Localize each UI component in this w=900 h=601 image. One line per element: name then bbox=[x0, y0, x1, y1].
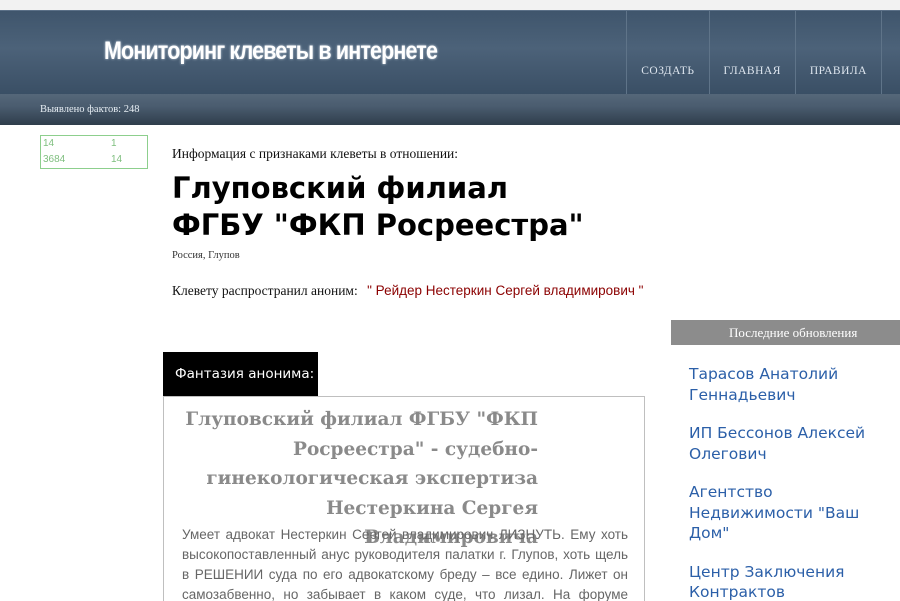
spread-info: Клевету распространил аноним: " Рейдер Н… bbox=[172, 283, 643, 299]
main-nav: СОЗДАТЬ ГЛАВНАЯ ПРАВИЛА bbox=[626, 11, 882, 95]
spread-author: " Рейдер Нестеркин Сергей владимирович " bbox=[367, 283, 644, 298]
counter-value: 14 bbox=[111, 154, 123, 165]
update-link[interactable]: Агентство Недвижимости "Ваш Дом" bbox=[689, 482, 900, 544]
spread-label: Клевету распространил аноним: bbox=[172, 283, 358, 298]
site-title[interactable]: Мониторинг клеветы в интернете bbox=[104, 37, 438, 66]
intro-text: Информация с признаками клеветы в отноше… bbox=[172, 146, 459, 161]
page-title-line: Глуповский филиал bbox=[172, 171, 509, 205]
top-strip bbox=[0, 0, 900, 10]
article-body: Умеет адвокат Нестеркин Сергей владимиро… bbox=[182, 527, 628, 601]
sub-bar: Выявлено фактов: 248 bbox=[0, 94, 900, 125]
update-link[interactable]: Тарасов Анатолий Геннадьевич bbox=[689, 364, 900, 405]
nav-create[interactable]: СОЗДАТЬ bbox=[626, 11, 708, 95]
counter-value: 14 bbox=[43, 138, 55, 149]
article-box: Глуповский филиал ФГБУ "ФКП Росреестра" … bbox=[163, 396, 645, 601]
fantasy-tab: Фантазия анонима: bbox=[163, 352, 318, 396]
page-title-line: ФГБУ "ФКП Росреестра" bbox=[172, 208, 584, 242]
facts-count: Выявлено фактов: 248 bbox=[40, 104, 140, 115]
update-link[interactable]: Центр Заключения Контрактов bbox=[689, 562, 900, 601]
updates-heading: Последние обновления bbox=[671, 320, 900, 345]
nav-home[interactable]: ГЛАВНАЯ bbox=[708, 11, 795, 95]
page-title: Глуповский филиал ФГБУ "ФКП Росреестра" bbox=[172, 170, 652, 244]
nav-rules[interactable]: ПРАВИЛА bbox=[794, 11, 882, 95]
site-header: Мониторинг клеветы в интернете СОЗДАТЬ Г… bbox=[0, 10, 900, 95]
update-link[interactable]: ИП Бессонов Алексей Олегович bbox=[689, 423, 900, 464]
counter-value: 3684 bbox=[43, 154, 66, 165]
updates-list: Тарасов Анатолий Геннадьевич ИП Бессонов… bbox=[689, 364, 900, 601]
location: Россия, Глупов bbox=[172, 250, 240, 261]
visit-counter[interactable]: 14 1 3684 14 bbox=[40, 135, 148, 169]
counter-value: 1 bbox=[111, 138, 117, 149]
